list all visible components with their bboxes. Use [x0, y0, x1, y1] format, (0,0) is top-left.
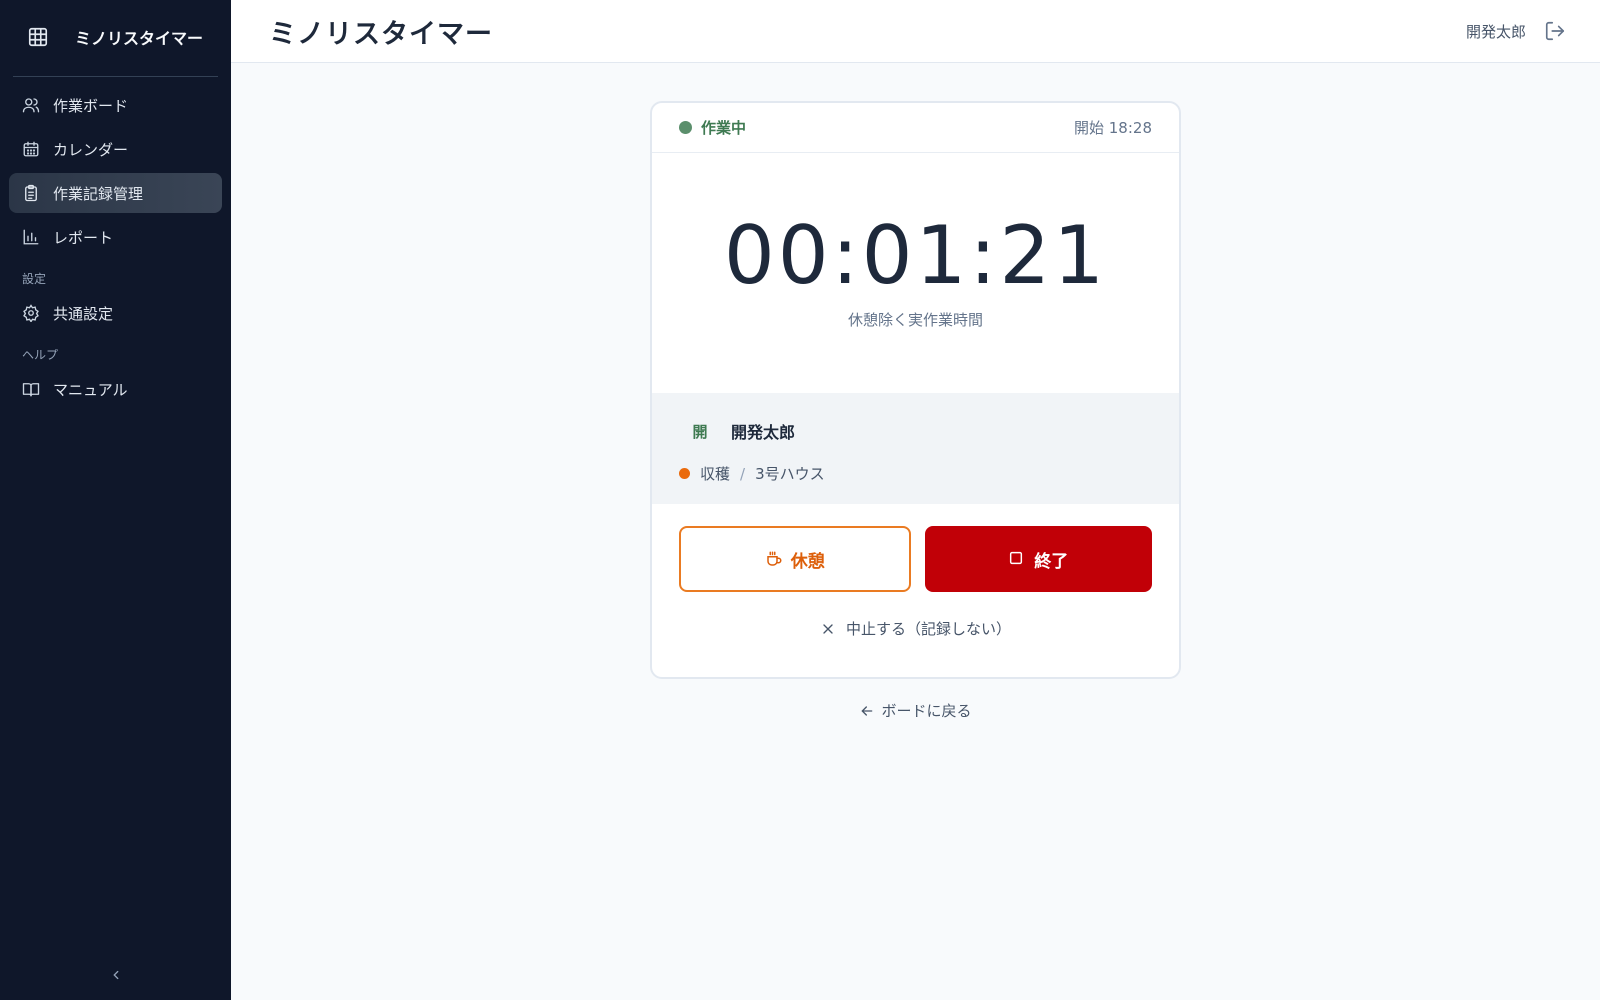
sidebar-item-label: 作業ボード [53, 96, 129, 115]
task-separator: / [740, 464, 746, 483]
users-icon [22, 96, 40, 114]
sidebar-item-work-board[interactable]: 作業ボード [9, 85, 222, 125]
status-dot [679, 121, 692, 134]
user-name[interactable]: 開発太郎 [1466, 21, 1526, 42]
collapse-sidebar-button[interactable] [105, 964, 127, 986]
sidebar-item-calendar[interactable]: カレンダー [9, 129, 222, 169]
arrow-left-icon [859, 703, 875, 719]
end-button-label: 終了 [1034, 551, 1069, 572]
task-row: 収穫 / 3号ハウス [679, 463, 1152, 484]
sidebar-item-label: マニュアル [53, 380, 128, 399]
clipboard-icon [22, 184, 40, 202]
status-label: 作業中 [701, 119, 747, 137]
action-buttons: 休憩 終了 [652, 504, 1179, 592]
task-category: 収穫 [700, 465, 731, 483]
section-label-help: ヘルプ [22, 348, 59, 362]
bar-chart-icon [22, 228, 40, 246]
stop-icon [1008, 550, 1026, 568]
gear-icon [22, 304, 40, 322]
elapsed-timer: 00:01:21 [723, 209, 1108, 302]
sidebar-item-report[interactable]: レポート [9, 217, 222, 257]
timer-card: 作業中 開始 18:28 00:01:21 休憩除く実作業時間 開 開発太郎 収… [650, 101, 1181, 679]
brand-name: ミノリスタイマー [75, 29, 204, 48]
sidebar-item-label: レポート [53, 228, 114, 247]
timer-area: 00:01:21 休憩除く実作業時間 [652, 153, 1179, 393]
header-user-area: 開発太郎 [1466, 20, 1566, 42]
cancel-link-label: 中止する（記録しない） [845, 620, 1011, 638]
logout-icon[interactable] [1544, 20, 1566, 42]
task-location: 3号ハウス [755, 465, 825, 483]
sidebar: ミノリスタイマー 作業ボード カレンダー 作業記録管理 レポート 設定 共通設定… [0, 0, 231, 1000]
back-to-board-link[interactable]: ボードに戻る [650, 700, 1181, 721]
avatar: 開 [692, 422, 708, 441]
book-icon [22, 380, 40, 398]
coffee-icon [765, 550, 783, 568]
sidebar-item-label: 作業記録管理 [53, 184, 144, 203]
sidebar-item-common-settings[interactable]: 共通設定 [9, 293, 222, 333]
calendar-icon [22, 140, 40, 158]
break-button-label: 休憩 [790, 551, 825, 572]
back-link-label: ボードに戻る [881, 702, 972, 720]
sidebar-item-label: カレンダー [53, 140, 129, 159]
card-header: 作業中 開始 18:28 [652, 103, 1179, 153]
cancel-link[interactable]: 中止する（記録しない） [652, 618, 1179, 639]
chevron-left-icon [109, 968, 123, 982]
sidebar-item-label: 共通設定 [53, 304, 114, 323]
brand[interactable]: ミノリスタイマー [0, 0, 231, 74]
sidebar-nav: 作業ボード カレンダー 作業記録管理 レポート 設定 共通設定 ヘルプ マニュア… [0, 77, 231, 409]
task-color-dot [679, 468, 690, 479]
worker-row: 開 開発太郎 [679, 415, 1152, 447]
sidebar-item-manual[interactable]: マニュアル [9, 369, 222, 409]
top-header: ミノリスタイマー 開発太郎 [231, 0, 1600, 63]
elapsed-caption: 休憩除く実作業時間 [847, 311, 983, 329]
worker-name: 開発太郎 [731, 423, 796, 442]
start-time: 開始 18:28 [1074, 119, 1152, 137]
grid-icon [27, 26, 49, 48]
close-icon [820, 621, 836, 637]
end-button[interactable]: 終了 [924, 526, 1152, 592]
break-button[interactable]: 休憩 [679, 526, 911, 592]
work-info: 開 開発太郎 収穫 / 3号ハウス [652, 393, 1179, 504]
section-label-settings: 設定 [22, 272, 47, 286]
sidebar-item-work-records[interactable]: 作業記録管理 [9, 173, 222, 213]
page-title: ミノリスタイマー [269, 18, 493, 50]
